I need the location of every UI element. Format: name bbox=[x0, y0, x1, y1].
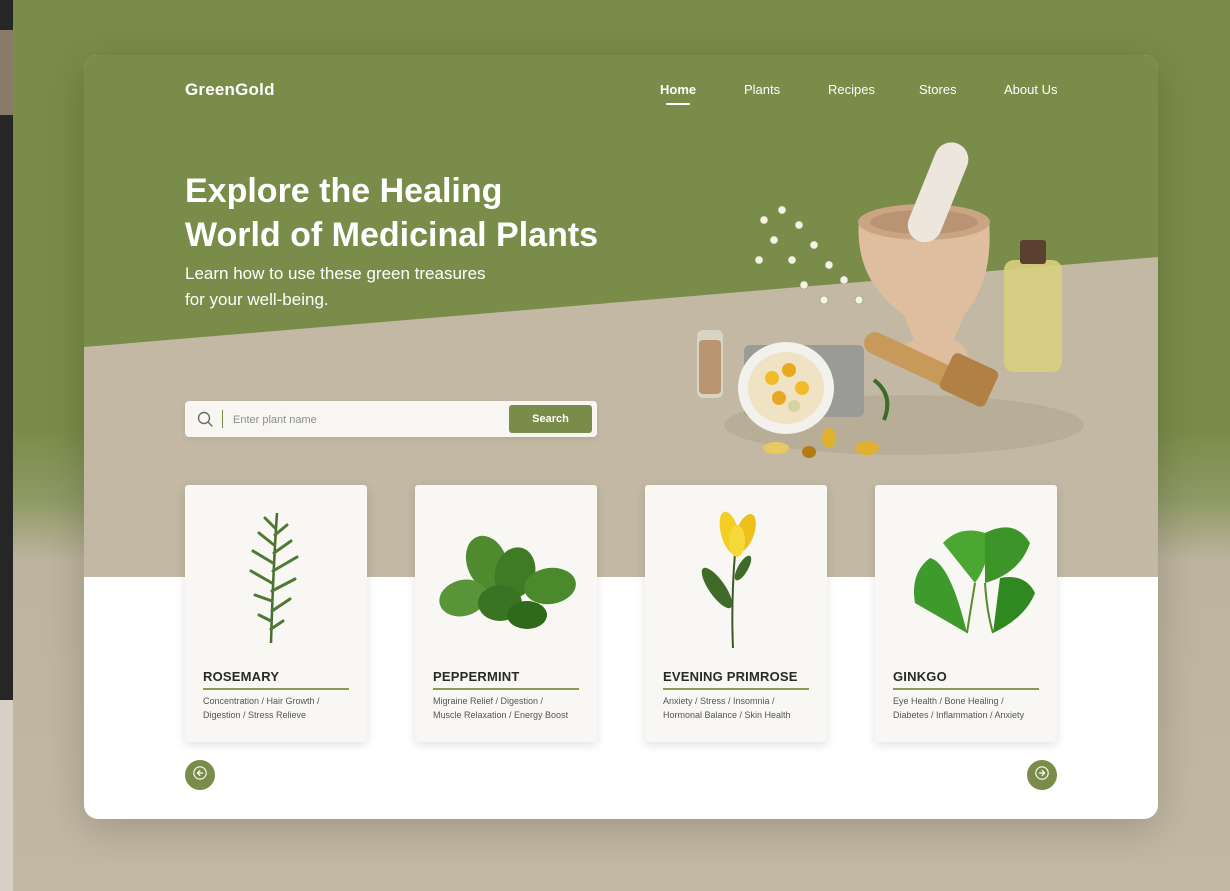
plant-card-evening-primrose[interactable]: EVENING PRIMROSE Anxiety / Stress / Inso… bbox=[645, 485, 827, 742]
plant-benefits-line: Migraine Relief / Digestion / bbox=[433, 696, 544, 706]
plant-benefits-line: Hormonal Balance / Skin Health bbox=[663, 709, 791, 720]
plant-benefits-line: Concentration / Hair Growth / bbox=[203, 696, 320, 706]
main-nav: Home Plants Recipes Stores About Us bbox=[84, 82, 1158, 106]
hero-subtitle-line: Learn how to use these green treasures bbox=[185, 264, 486, 283]
plant-benefits-line: Eye Health / Bone Healing / bbox=[893, 696, 1004, 706]
side-window-edge bbox=[0, 0, 13, 891]
plant-divider bbox=[203, 688, 349, 690]
nav-home[interactable]: Home bbox=[660, 82, 696, 105]
arrow-right-icon bbox=[1035, 765, 1049, 785]
hero-title-line: Explore the Healing bbox=[185, 172, 503, 210]
peppermint-image bbox=[415, 503, 597, 653]
arrow-left-icon bbox=[193, 765, 207, 785]
plant-benefits-line: Anxiety / Stress / Insomnia / bbox=[663, 696, 775, 706]
rosemary-image bbox=[185, 503, 367, 653]
side-thumbnail bbox=[0, 700, 13, 891]
plant-benefits-line: Muscle Relaxation / Energy Boost bbox=[433, 709, 569, 720]
plant-divider bbox=[893, 688, 1039, 690]
nav-plants[interactable]: Plants bbox=[744, 82, 780, 97]
plant-name: EVENING PRIMROSE bbox=[663, 669, 798, 684]
search-icon bbox=[197, 411, 213, 427]
plant-card-rosemary[interactable]: ROSEMARY Concentration / Hair Growth / D… bbox=[185, 485, 367, 742]
nav-stores[interactable]: Stores bbox=[919, 82, 957, 97]
herbal-remedies-illustration bbox=[664, 140, 1104, 480]
plant-name: ROSEMARY bbox=[203, 669, 280, 684]
plant-benefits-line: Diabetes / Inflammation / Anxiety bbox=[893, 709, 1025, 720]
search-input[interactable] bbox=[231, 407, 505, 433]
carousel-prev-button[interactable] bbox=[185, 760, 215, 790]
nav-about-us[interactable]: About Us bbox=[1004, 82, 1057, 97]
plant-benefits-line: Digestion / Stress Relieve bbox=[203, 709, 307, 720]
plant-name: PEPPERMINT bbox=[433, 669, 520, 684]
plant-benefits: Migraine Relief / Digestion / Muscle Rel… bbox=[433, 695, 583, 722]
plant-benefits: Anxiety / Stress / Insomnia / Hormonal B… bbox=[663, 695, 813, 722]
search-button[interactable]: Search bbox=[509, 405, 592, 433]
evening-primrose-image bbox=[645, 503, 827, 653]
nav-recipes[interactable]: Recipes bbox=[828, 82, 875, 97]
plant-card-ginkgo[interactable]: GINKGO Eye Health / Bone Healing / Diabe… bbox=[875, 485, 1057, 742]
ginkgo-image bbox=[875, 503, 1057, 653]
plant-divider bbox=[433, 688, 579, 690]
plant-divider bbox=[663, 688, 809, 690]
plant-name: GINKGO bbox=[893, 669, 947, 684]
hero-subtitle: Learn how to use these green treasures f… bbox=[185, 261, 545, 313]
hero-title-line: World of Medicinal Plants bbox=[185, 216, 599, 254]
hero-title: Explore the Healing World of Medicinal P… bbox=[185, 169, 665, 257]
carousel-next-button[interactable] bbox=[1027, 760, 1057, 790]
plant-benefits: Concentration / Hair Growth / Digestion … bbox=[203, 695, 353, 722]
search-cursor bbox=[222, 410, 223, 428]
hero-subtitle-line: for your well-being. bbox=[185, 290, 329, 309]
plant-benefits: Eye Health / Bone Healing / Diabetes / I… bbox=[893, 695, 1043, 722]
plant-card-peppermint[interactable]: PEPPERMINT Migraine Relief / Digestion /… bbox=[415, 485, 597, 742]
search-bar: Search bbox=[185, 401, 597, 437]
website-mockup: GreenGold Home Plants Recipes Stores Abo… bbox=[84, 55, 1158, 819]
side-thumbnail bbox=[0, 30, 13, 115]
